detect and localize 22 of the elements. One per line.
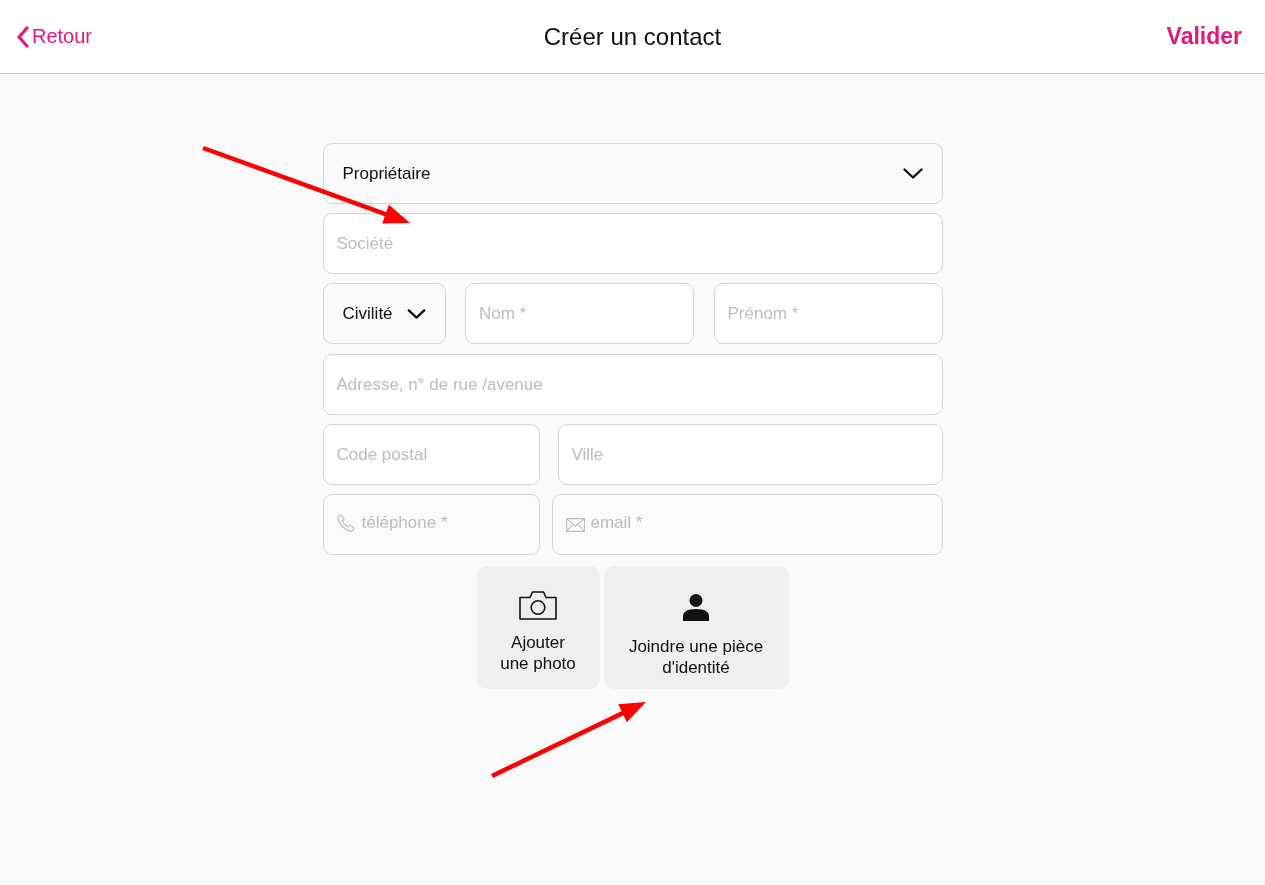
chevron-down-icon: [902, 168, 923, 179]
text-field[interactable]: Société: [322, 213, 943, 274]
dropdown[interactable]: Civilité: [322, 283, 446, 344]
text-field[interactable]: Code postal: [322, 424, 540, 485]
envelope-icon: [565, 518, 585, 532]
person-icon: [683, 594, 709, 621]
screen-title: Créer un contact: [543, 22, 722, 50]
dropdown[interactable]: Propriétaire: [322, 143, 943, 204]
camera-icon: [519, 591, 557, 620]
chevron-down-icon: [406, 308, 426, 319]
add-photo-button[interactable]: Ajouter une photo: [476, 566, 600, 689]
chevron-left-icon: [16, 25, 29, 48]
back-button[interactable]: Retour: [16, 25, 93, 48]
phone-field[interactable]: téléphone *: [322, 494, 540, 555]
attach-id-button[interactable]: Joindre une pièce d'identité: [603, 566, 789, 689]
text-field[interactable]: Prénom *: [713, 283, 943, 344]
text-field[interactable]: Adresse, n° de rue /avenue: [322, 354, 943, 415]
text-field[interactable]: Ville: [557, 424, 943, 485]
validate-button[interactable]: Valider: [1166, 23, 1242, 50]
email-field[interactable]: email *: [551, 494, 943, 555]
text-field[interactable]: Nom *: [465, 283, 694, 344]
phone-icon: [336, 514, 355, 532]
